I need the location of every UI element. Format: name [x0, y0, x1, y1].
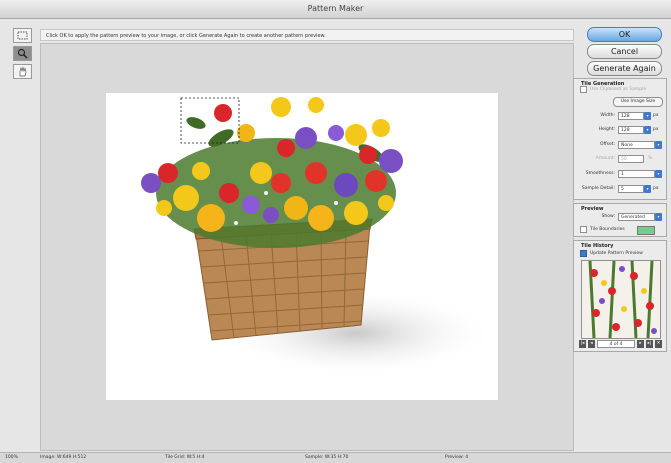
zoom-icon: [17, 48, 28, 59]
height-label: Height:: [598, 127, 615, 132]
tile-counter: 4 of 4: [597, 340, 635, 348]
use-clipboard-label: Use Clipboard as Sample: [590, 87, 647, 92]
pattern-thumbnail-image: [582, 261, 660, 338]
window-title: Pattern Maker: [307, 4, 364, 13]
amount-field[interactable]: 50: [618, 155, 644, 163]
tile-history-title: Tile History: [581, 243, 614, 249]
offset-select[interactable]: None: [618, 141, 655, 149]
tool-palette: [13, 28, 33, 82]
height-field[interactable]: 128: [618, 126, 644, 134]
amount-label: Amount:: [595, 156, 615, 161]
first-tile-icon[interactable]: |◂: [579, 340, 586, 348]
update-pattern-preview-checkbox[interactable]: [580, 250, 587, 257]
smoothness-select[interactable]: 1: [618, 170, 655, 178]
height-unit: px: [653, 127, 659, 132]
sample-detail-field[interactable]: 5: [618, 185, 644, 193]
offset-dropdown-icon[interactable]: ▾: [655, 141, 662, 149]
use-image-size-button[interactable]: Use Image Size: [613, 97, 663, 107]
marquee-tool-button[interactable]: [13, 28, 32, 43]
window-title-bar: Pattern Maker: [0, 0, 671, 19]
tile-history-navigator: |◂ ◂ 4 of 4 ▸ ▸| ✕: [579, 340, 663, 349]
smoothness-label: Smoothness:: [585, 171, 615, 176]
ok-button[interactable]: OK: [587, 27, 662, 42]
cancel-button[interactable]: Cancel: [587, 44, 662, 59]
offset-label: Offset:: [599, 142, 615, 147]
marquee-icon: [17, 31, 28, 40]
delete-tile-icon[interactable]: ✕: [655, 340, 662, 348]
show-select[interactable]: Generated: [618, 213, 655, 221]
sample-detail-unit: px: [653, 186, 659, 191]
tile-history-thumbnail: [581, 260, 661, 339]
amount-unit: %: [648, 156, 653, 161]
use-clipboard-checkbox[interactable]: [580, 86, 587, 93]
tile-boundaries-label: Tile Boundaries: [590, 227, 625, 232]
preview-title: Preview: [581, 206, 604, 212]
tile-boundary-color-swatch[interactable]: [637, 226, 655, 235]
height-dropdown-icon[interactable]: ▾: [644, 126, 651, 134]
show-label: Show:: [601, 214, 615, 219]
image-canvas[interactable]: [106, 93, 498, 400]
width-unit: px: [653, 113, 659, 118]
tile-generation-title: Tile Generation: [581, 81, 625, 87]
smoothness-dropdown-icon[interactable]: ▾: [655, 170, 662, 178]
next-tile-icon[interactable]: ▸: [637, 340, 644, 348]
sample-detail-label: Sample Detail:: [581, 186, 615, 191]
width-dropdown-icon[interactable]: ▾: [644, 112, 651, 120]
status-bar: 100% Image: W:649 H:512 Tile Grid: W:5 H…: [0, 452, 671, 463]
tile-boundaries-checkbox[interactable]: [580, 226, 587, 233]
flower-basket-image: [139, 97, 496, 378]
hand-icon: [19, 66, 27, 77]
last-tile-icon[interactable]: ▸|: [646, 340, 653, 348]
update-pattern-preview-label: Update Pattern Preview: [590, 251, 643, 256]
generate-again-button[interactable]: Generate Again: [587, 61, 662, 76]
width-field[interactable]: 128: [618, 112, 644, 120]
previous-tile-icon[interactable]: ◂: [588, 340, 595, 348]
sample-detail-dropdown-icon[interactable]: ▾: [644, 185, 651, 193]
bouquet: [139, 97, 408, 248]
zoom-tool-button[interactable]: [13, 46, 32, 61]
width-label: Width:: [600, 113, 615, 118]
hand-tool-button[interactable]: [13, 64, 32, 79]
instruction-hint: Click OK to apply the pattern preview to…: [40, 29, 574, 41]
show-dropdown-icon[interactable]: ▾: [655, 213, 662, 221]
